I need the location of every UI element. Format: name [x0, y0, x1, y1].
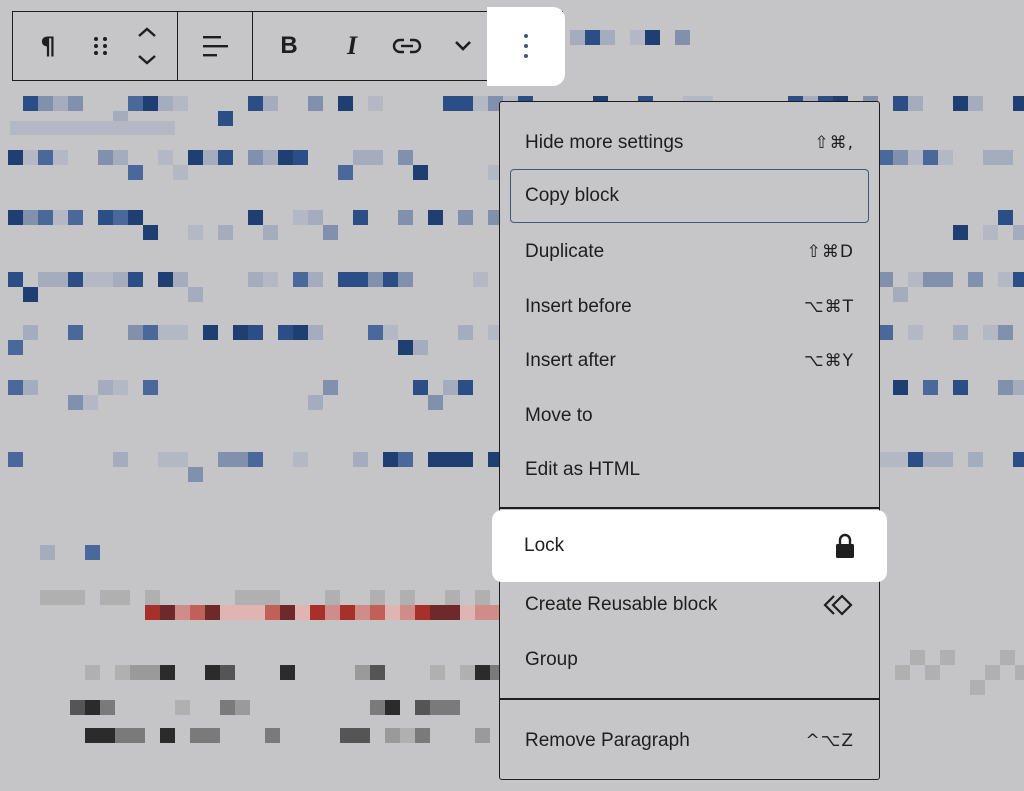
lock-highlight: Lock — [492, 510, 887, 582]
menu-item-label: Lock — [524, 535, 565, 556]
menu-item-label: Copy block — [525, 185, 619, 206]
block-type-button[interactable]: ¶ — [13, 12, 83, 80]
menu-item-move-to[interactable]: Move to — [500, 389, 879, 443]
menu-separator — [500, 698, 879, 700]
menu-item-edit-as-html[interactable]: Edit as HTML — [500, 443, 879, 497]
block-options-menu: Hide more settings ⇧⌘, Copy block Duplic… — [499, 101, 880, 780]
menu-item-label: Create Reusable block — [525, 594, 718, 615]
chevron-up-down-icon — [138, 27, 156, 65]
toolbar-group-format: B I — [253, 12, 491, 80]
italic-button[interactable]: I — [325, 12, 379, 80]
block-toolbar: ¶ B I — [12, 10, 563, 82]
menu-item-shortcut: ⇧⌘, — [814, 133, 854, 153]
menu-item-create-reusable-block[interactable]: Create Reusable block — [500, 578, 879, 632]
more-formats-button[interactable] — [435, 12, 490, 80]
menu-separator — [500, 507, 879, 509]
drag-handle-icon — [94, 37, 107, 55]
more-vertical-icon — [524, 34, 528, 58]
link-button[interactable] — [379, 12, 435, 80]
menu-item-remove-paragraph[interactable]: Remove Paragraph ^⌥Z — [500, 714, 879, 768]
align-left-icon — [203, 36, 228, 57]
menu-item-insert-after[interactable]: Insert after ⌥⌘Y — [500, 334, 879, 388]
link-icon — [392, 38, 422, 54]
menu-item-label: Duplicate — [525, 241, 605, 262]
menu-item-label: Edit as HTML — [525, 459, 641, 480]
reusable-block-icon — [823, 594, 853, 616]
menu-item-duplicate[interactable]: Duplicate ⇧⌘D — [500, 225, 879, 279]
menu-item-shortcut: ⌥⌘T — [804, 297, 854, 317]
bold-icon: B — [280, 32, 298, 59]
menu-item-shortcut: ⌥⌘Y — [804, 351, 854, 371]
drag-handle[interactable] — [83, 12, 119, 80]
move-up-down-button[interactable] — [119, 12, 175, 80]
menu-item-label: Group — [525, 649, 578, 670]
chevron-down-icon — [454, 41, 471, 51]
toolbar-group-align — [178, 12, 253, 80]
lock-icon — [836, 533, 854, 558]
menu-item-hide-more-settings[interactable]: Hide more settings ⇧⌘, — [500, 116, 879, 170]
menu-item-shortcut: ^⌥Z — [805, 731, 854, 751]
menu-item-copy-block[interactable]: Copy block — [510, 169, 869, 223]
menu-item-label: Move to — [525, 405, 593, 426]
menu-item-group[interactable]: Group — [500, 633, 879, 687]
paragraph-icon: ¶ — [40, 32, 56, 60]
menu-item-shortcut: ⇧⌘D — [806, 242, 854, 262]
options-button[interactable] — [491, 10, 561, 82]
menu-item-lock[interactable]: Lock — [499, 519, 880, 573]
menu-item-label: Hide more settings — [525, 132, 684, 153]
italic-icon: I — [346, 31, 358, 60]
bold-button[interactable]: B — [253, 12, 325, 80]
align-button[interactable] — [178, 12, 252, 80]
menu-item-label: Insert after — [525, 350, 616, 371]
menu-item-label: Insert before — [525, 296, 632, 317]
toolbar-group-block: ¶ — [13, 12, 178, 80]
menu-item-insert-before[interactable]: Insert before ⌥⌘T — [500, 280, 879, 334]
menu-item-label: Remove Paragraph — [525, 730, 690, 751]
